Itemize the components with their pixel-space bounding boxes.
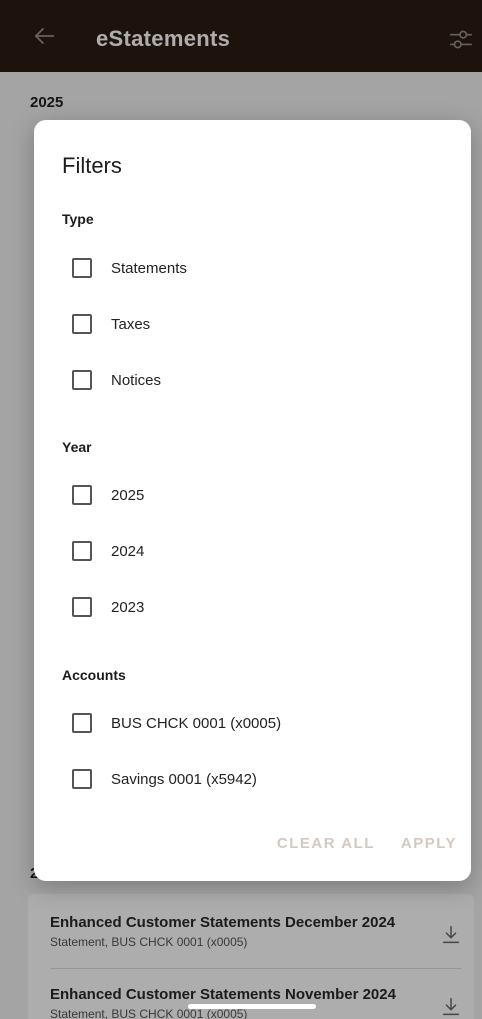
checkbox[interactable] (72, 713, 92, 733)
section-label-accounts: Accounts (62, 667, 126, 683)
filter-option-statements[interactable]: Statements (72, 256, 187, 280)
option-label: Taxes (111, 315, 151, 333)
apply-button[interactable]: APPLY (401, 835, 457, 852)
filter-option-savings[interactable]: Savings 0001 (x5942) (72, 767, 257, 791)
checkbox[interactable] (72, 370, 92, 390)
dialog-actions: CLEAR ALL APPLY (277, 835, 457, 852)
checkbox[interactable] (72, 597, 92, 617)
section-label-year: Year (62, 439, 92, 455)
section-label-type: Type (62, 211, 94, 227)
home-indicator[interactable] (188, 1004, 316, 1009)
checkbox[interactable] (72, 769, 92, 789)
checkbox[interactable] (72, 314, 92, 334)
filter-option-taxes[interactable]: Taxes (72, 312, 150, 336)
checkbox[interactable] (72, 541, 92, 561)
option-label: Savings 0001 (x5942) (111, 770, 257, 788)
filter-option-2025[interactable]: 2025 (72, 483, 144, 507)
option-label: Notices (111, 371, 162, 389)
filters-dialog: Filters Type Statements Taxes Notices Ye… (34, 120, 471, 881)
dialog-title: Filters (62, 153, 122, 178)
filter-option-notices[interactable]: Notices (72, 368, 161, 392)
filter-option-2024[interactable]: 2024 (72, 539, 144, 563)
filter-option-bus-chck[interactable]: BUS CHCK 0001 (x0005) (72, 711, 281, 735)
clear-all-button[interactable]: CLEAR ALL (277, 835, 375, 852)
option-label: 2025 (111, 486, 145, 504)
filter-option-2023[interactable]: 2023 (72, 595, 144, 619)
checkbox[interactable] (72, 258, 92, 278)
checkbox[interactable] (72, 485, 92, 505)
option-label: 2024 (111, 542, 145, 560)
option-label: Statements (111, 259, 187, 277)
option-label: 2023 (111, 598, 145, 616)
option-label: BUS CHCK 0001 (x0005) (111, 714, 282, 732)
